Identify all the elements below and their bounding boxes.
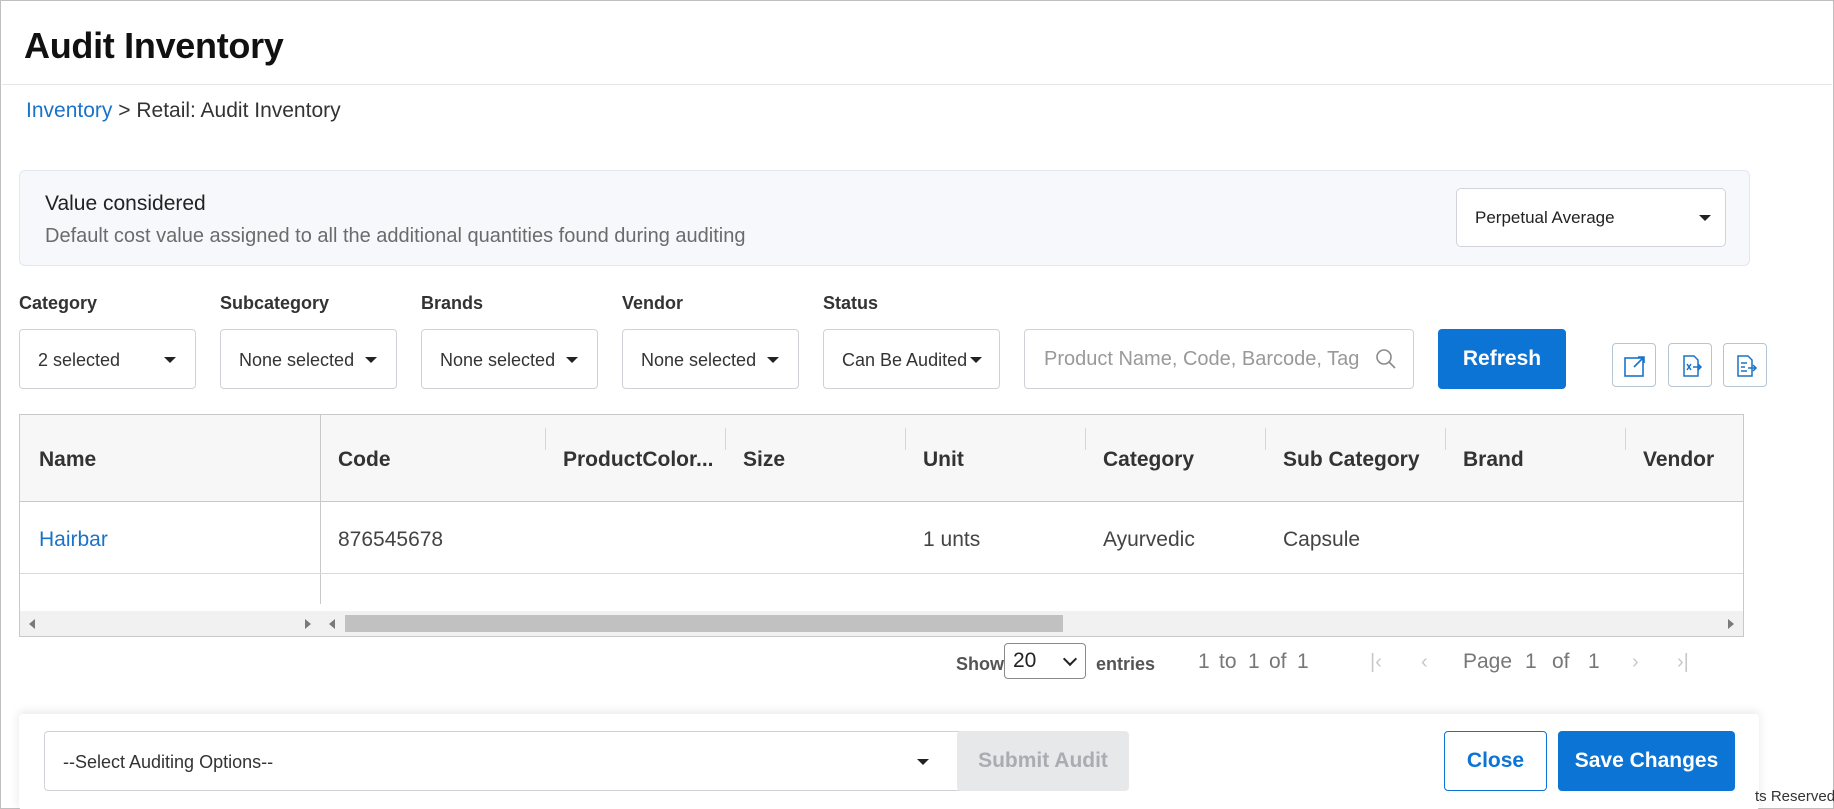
caret-down-icon xyxy=(566,357,578,363)
caret-down-icon xyxy=(767,357,779,363)
brands-dropdown[interactable]: None selected xyxy=(421,329,598,389)
range-to-label: to xyxy=(1219,650,1237,673)
column-header-product-color[interactable]: ProductColor... xyxy=(563,448,714,472)
export-excel-icon xyxy=(1683,355,1703,377)
caret-down-icon xyxy=(1699,215,1711,221)
page-label: Page xyxy=(1463,650,1513,673)
close-button[interactable]: Close xyxy=(1444,731,1547,791)
column-header-size[interactable]: Size xyxy=(743,448,785,472)
breadcrumb-separator: > xyxy=(118,99,131,122)
last-page-icon[interactable]: ›| xyxy=(1677,651,1689,674)
column-separator[interactable] xyxy=(1625,428,1626,450)
caret-down-icon xyxy=(917,759,929,765)
action-footer: --Select Auditing Options-- Submit Audit… xyxy=(19,714,1759,809)
page-size-select[interactable]: 20 xyxy=(1004,643,1086,679)
first-page-icon[interactable]: |‹ xyxy=(1370,651,1382,674)
column-separator[interactable] xyxy=(1265,428,1266,450)
column-header-vendor[interactable]: Vendor xyxy=(1643,448,1714,472)
table-row[interactable]: Hairbar 876545678 1 unts Ayurvedic Capsu… xyxy=(20,503,1743,574)
grid-header: Name Code ProductColor... Size Unit Cate… xyxy=(20,415,1743,502)
column-separator[interactable] xyxy=(1085,428,1086,450)
category-dropdown[interactable]: 2 selected xyxy=(19,329,196,389)
entries-label: entries xyxy=(1096,654,1156,674)
category-label: Category xyxy=(19,293,98,313)
status-label: Status xyxy=(823,293,879,313)
next-page-icon[interactable]: › xyxy=(1632,651,1639,674)
caret-down-icon xyxy=(970,357,982,363)
cell-code: 876545678 xyxy=(338,528,444,551)
auditing-options-dropdown[interactable]: --Select Auditing Options-- xyxy=(44,731,962,791)
vendor-value: None selected xyxy=(641,350,757,370)
range-of-label: of xyxy=(1269,650,1287,673)
column-separator[interactable] xyxy=(1445,428,1446,450)
auditing-options-placeholder: --Select Auditing Options-- xyxy=(63,752,274,772)
column-header-code[interactable]: Code xyxy=(338,448,391,472)
breadcrumb-inventory-link[interactable]: Inventory xyxy=(26,99,112,122)
breadcrumb-current: Retail: Audit Inventory xyxy=(136,99,341,122)
breadcrumb: Inventory > Retail: Audit Inventory xyxy=(26,99,341,123)
scroll-right-icon[interactable] xyxy=(305,619,311,629)
range-to: 1 xyxy=(1248,650,1260,673)
product-search-input[interactable]: Product Name, Code, Barcode, Tag xyxy=(1024,329,1414,389)
scroll-left-icon[interactable] xyxy=(329,619,335,629)
range-from: 1 xyxy=(1198,650,1210,673)
page-of-label: of xyxy=(1552,650,1570,673)
refresh-button[interactable]: Refresh xyxy=(1438,329,1566,389)
scrollbar-thumb[interactable] xyxy=(345,615,1063,632)
export-file-button[interactable] xyxy=(1723,343,1767,387)
subcategory-dropdown[interactable]: None selected xyxy=(220,329,397,389)
vendor-dropdown[interactable]: None selected xyxy=(622,329,799,389)
column-header-name[interactable]: Name xyxy=(39,448,96,472)
cell-name-link[interactable]: Hairbar xyxy=(39,528,108,552)
brands-label: Brands xyxy=(421,293,484,313)
value-considered-panel: Value considered Default cost value assi… xyxy=(19,170,1750,266)
previous-page-icon[interactable]: ‹ xyxy=(1421,651,1428,674)
copyright-text: ts Reserved xyxy=(1755,788,1834,805)
app-window: Audit Inventory Inventory > Retail: Audi… xyxy=(0,0,1834,809)
cell-sub-category: Capsule xyxy=(1283,528,1361,551)
subcategory-value: None selected xyxy=(239,350,355,370)
column-header-category[interactable]: Category xyxy=(1103,448,1194,472)
caret-down-icon xyxy=(164,357,176,363)
cost-method-value: Perpetual Average xyxy=(1475,208,1615,227)
status-dropdown[interactable]: Can Be Audited xyxy=(823,329,1000,389)
column-separator[interactable] xyxy=(725,428,726,450)
export-file-icon xyxy=(1737,355,1758,377)
status-value: Can Be Audited xyxy=(842,350,968,370)
cell-unit: 1 unts xyxy=(923,528,981,551)
total-pages: 1 xyxy=(1588,650,1600,673)
export-excel-button[interactable] xyxy=(1668,343,1712,387)
title-divider xyxy=(2,84,1832,85)
column-header-unit[interactable]: Unit xyxy=(923,448,964,472)
open-external-button[interactable] xyxy=(1612,343,1656,387)
vendor-label: Vendor xyxy=(622,293,684,313)
save-changes-button[interactable]: Save Changes xyxy=(1558,731,1735,791)
column-separator[interactable] xyxy=(905,428,906,450)
value-considered-title: Value considered xyxy=(45,192,206,215)
column-separator[interactable] xyxy=(545,428,546,450)
horizontal-scrollbar[interactable] xyxy=(20,611,1743,636)
show-label: Show xyxy=(956,654,1004,674)
cell-category: Ayurvedic xyxy=(1103,528,1195,551)
page-size-value: 20 xyxy=(1013,649,1037,672)
scroll-right-icon[interactable] xyxy=(1728,619,1734,629)
search-icon xyxy=(1376,349,1396,369)
value-considered-description: Default cost value assigned to all the a… xyxy=(45,225,746,247)
submit-audit-button[interactable]: Submit Audit xyxy=(957,731,1129,791)
open-external-icon xyxy=(1624,356,1645,377)
range-total: 1 xyxy=(1297,650,1309,673)
page-title: Audit Inventory xyxy=(24,25,284,66)
current-page: 1 xyxy=(1525,650,1537,673)
column-header-sub-category[interactable]: Sub Category xyxy=(1283,448,1420,472)
brands-value: None selected xyxy=(440,350,556,370)
audit-grid: Name Code ProductColor... Size Unit Cate… xyxy=(19,414,1744,637)
scroll-left-icon[interactable] xyxy=(29,619,35,629)
column-header-brand[interactable]: Brand xyxy=(1463,448,1524,472)
category-value: 2 selected xyxy=(38,350,121,370)
search-placeholder: Product Name, Code, Barcode, Tag xyxy=(1044,348,1360,370)
caret-down-icon xyxy=(365,357,377,363)
cost-method-dropdown[interactable]: Perpetual Average xyxy=(1456,188,1726,247)
chevron-down-icon xyxy=(1062,651,1078,667)
subcategory-label: Subcategory xyxy=(220,293,330,313)
